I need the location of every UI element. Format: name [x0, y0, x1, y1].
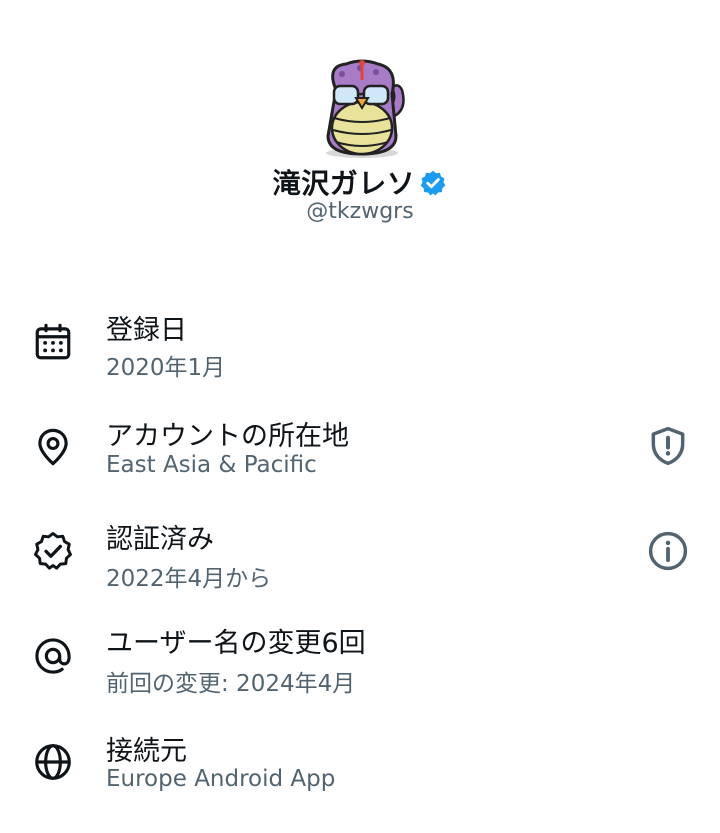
- detail-title: ユーザー名の変更6回: [106, 628, 366, 659]
- profile-header: 滝沢ガレソ @tkzwgrs: [0, 0, 720, 240]
- detail-title: アカウントの所在地: [106, 421, 349, 452]
- verified-check-icon: [34, 532, 72, 570]
- info-icon[interactable]: [646, 529, 690, 573]
- shield-alert-icon[interactable]: [646, 424, 690, 468]
- verified-badge-icon[interactable]: [419, 169, 447, 197]
- detail-row-joined: 登録日 2020年1月: [0, 300, 720, 406]
- detail-row-location: アカウントの所在地 East Asia & Pacific: [0, 406, 720, 512]
- calendar-icon: [35, 323, 71, 360]
- detail-title: 認証済み: [106, 524, 214, 555]
- globe-icon: [35, 744, 71, 780]
- name-row: 滝沢ガレソ: [0, 160, 720, 204]
- detail-subtitle: 2022年4月から: [106, 566, 272, 592]
- at-sign-icon: [35, 638, 71, 674]
- detail-title: 登録日: [106, 315, 187, 346]
- detail-row-connected-via: 接続元 Europe Android App: [0, 724, 720, 830]
- detail-subtitle: Europe Android App: [106, 766, 336, 792]
- detail-subtitle: 2020年1月: [106, 355, 226, 381]
- handle: @tkzwgrs: [306, 199, 414, 224]
- detail-row-verified: 認証済み 2022年4月から: [0, 512, 720, 618]
- detail-row-username-changes: ユーザー名の変更6回 前回の変更: 2024年4月: [0, 618, 720, 724]
- location-pin-icon: [38, 428, 68, 466]
- avatar[interactable]: [312, 56, 412, 160]
- detail-title: 接続元: [106, 736, 187, 767]
- detail-subtitle: East Asia & Pacific: [106, 452, 317, 478]
- detail-subtitle: 前回の変更: 2024年4月: [106, 671, 356, 697]
- display-name: 滝沢ガレソ: [272, 167, 416, 200]
